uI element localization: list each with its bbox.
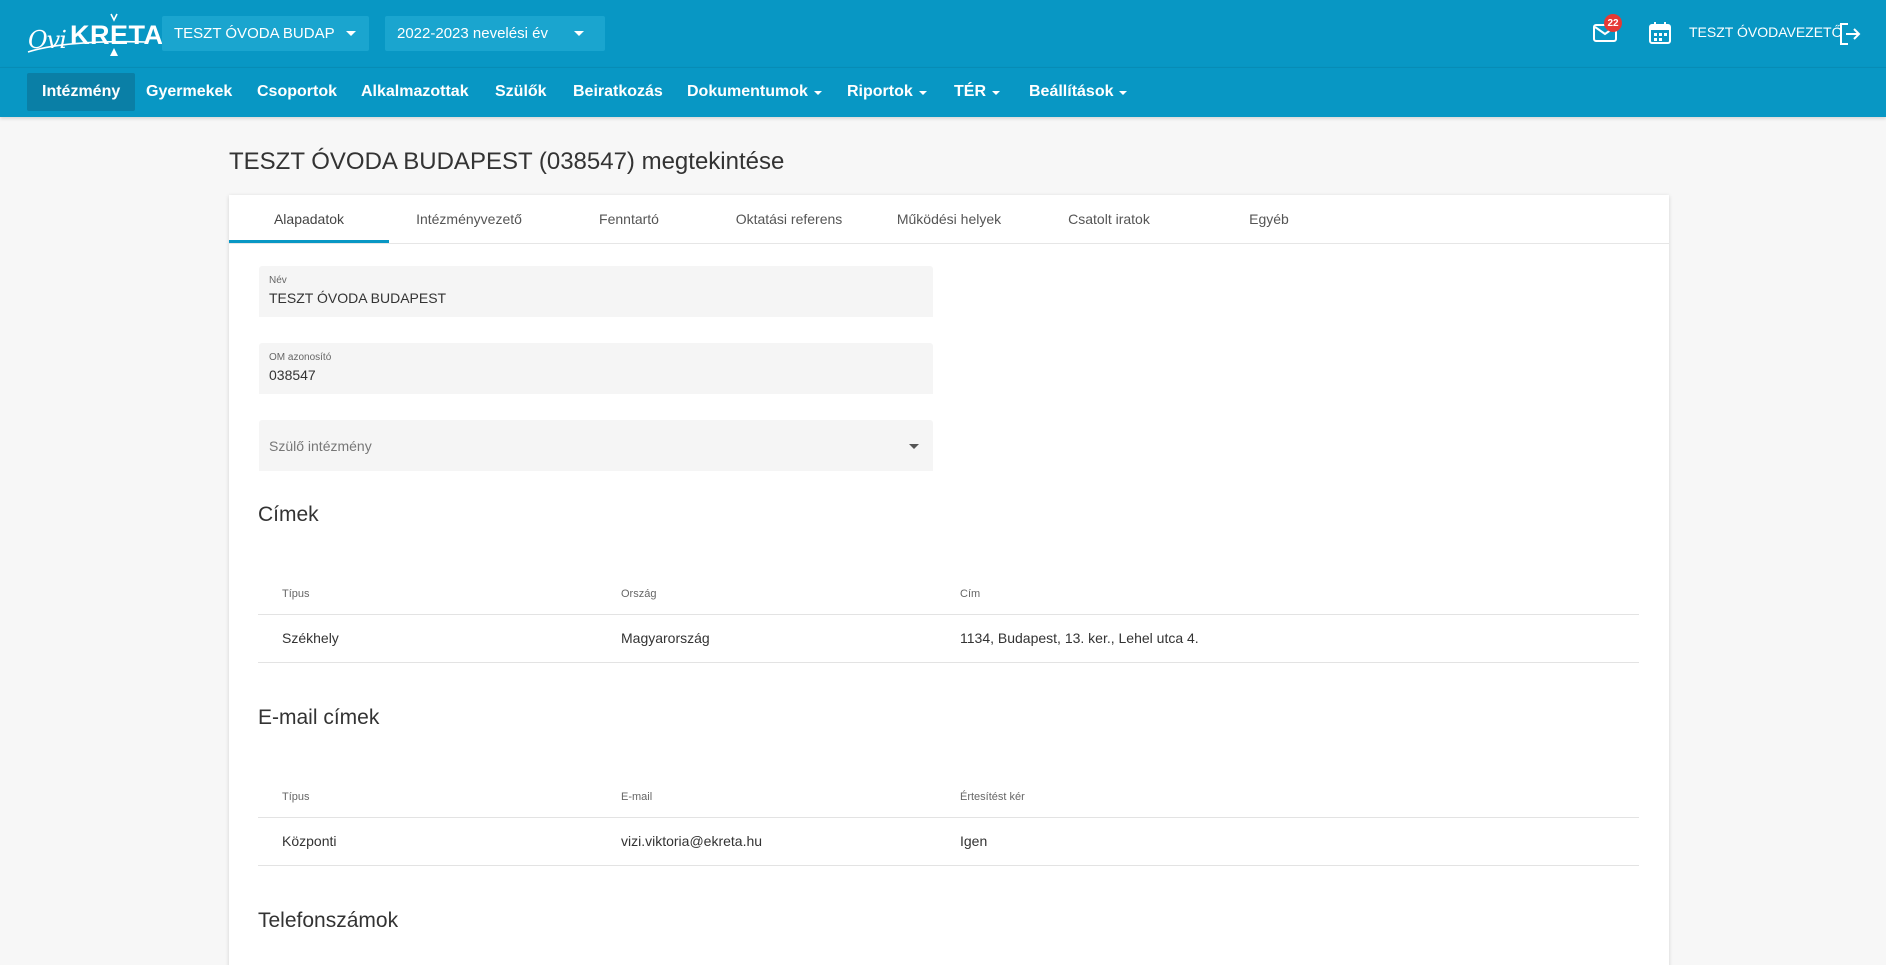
ovikreta-logo[interactable]: Ovi KRETA: [26, 12, 163, 56]
chevron-down-icon: [909, 444, 919, 449]
tab-fenntarto[interactable]: Fenntartó: [549, 195, 709, 243]
menu-item-label: Beiratkozás: [573, 83, 663, 100]
menu-item-label: Csoportok: [257, 83, 337, 100]
school-year-select-value: 2022-2023 nevelési év: [397, 25, 548, 42]
table-header: Típus Ország Cím: [258, 567, 1639, 615]
table-header: Típus E-mail Értesítést kér: [258, 770, 1639, 818]
top-bar: Ovi KRETA TESZT ÓVODA BUDAP... 2022-2023…: [0, 0, 1886, 67]
emails-table: Típus E-mail Értesítést kér Központi viz…: [258, 770, 1639, 866]
name-field[interactable]: Név TESZT ÓVODA BUDAPEST: [259, 266, 933, 317]
menu-item-csoportok[interactable]: Csoportok: [242, 73, 352, 111]
om-id-field-label: OM azonosító: [269, 352, 332, 363]
phones-title: Telefonszámok: [258, 909, 399, 932]
main-menu: Intézmény Gyermekek Csoportok Alkalmazot…: [0, 67, 1886, 117]
addresses-table: Típus Ország Cím Székhely Magyarország 1…: [258, 567, 1639, 663]
menu-item-gyermekek[interactable]: Gyermekek: [131, 73, 247, 111]
tab-label: Alapadatok: [273, 211, 345, 227]
caret-down-icon: [1119, 91, 1128, 95]
om-id-field[interactable]: OM azonosító 038547: [259, 343, 933, 394]
menu-item-ter[interactable]: TÉR: [939, 73, 1015, 111]
tab-label: Működési helyek: [896, 211, 1002, 227]
addresses-title: Címek: [258, 503, 319, 526]
institution-card: Alapadatok Intézményvezető Fenntartó Okt…: [229, 195, 1669, 965]
column-header[interactable]: Típus: [282, 791, 310, 803]
table-cell: Igen: [960, 833, 988, 849]
tab-oktatasi-referens[interactable]: Oktatási referens: [709, 195, 869, 243]
om-id-field-value: 038547: [269, 367, 316, 383]
column-header[interactable]: Ország: [621, 588, 656, 600]
tab-label: Egyéb: [1249, 211, 1289, 227]
column-header[interactable]: Típus: [282, 588, 310, 600]
menu-item-label: Beállítások: [1029, 83, 1114, 100]
table-cell: vizi.viktoria@ekreta.hu: [621, 833, 763, 849]
caret-down-icon: [813, 91, 822, 95]
menu-item-alkalmazottak[interactable]: Alkalmazottak: [346, 73, 484, 111]
logo-ovi-text: Ovi: [28, 26, 67, 54]
parent-institution-select[interactable]: Szülő intézmény: [259, 420, 933, 471]
menu-item-label: Alkalmazottak: [361, 83, 469, 100]
name-field-label: Név: [269, 275, 287, 286]
logo-kreta-text: KRETA: [70, 20, 164, 50]
chevron-down-icon: [574, 31, 584, 36]
menu-item-riportok[interactable]: Riportok: [832, 73, 942, 111]
menu-item-label: Riportok: [847, 83, 913, 100]
tab-egyeb[interactable]: Egyéb: [1189, 195, 1349, 243]
menu-item-label: Dokumentumok: [687, 83, 808, 100]
tab-intezmenyvezeto[interactable]: Intézményvezető: [389, 195, 549, 243]
tab-label: Csatolt iratok: [1068, 211, 1150, 227]
menu-item-label: TÉR: [954, 83, 986, 100]
table-row[interactable]: Központi vizi.viktoria@ekreta.hu Igen: [258, 818, 1639, 866]
tab-label: Fenntartó: [599, 211, 659, 227]
column-header[interactable]: E-mail: [621, 791, 652, 803]
name-field-value: TESZT ÓVODA BUDAPEST: [269, 290, 447, 306]
tab-label: Oktatási referens: [735, 211, 843, 227]
mail-count-badge: 22: [1604, 14, 1622, 32]
tab-csatolt-iratok[interactable]: Csatolt iratok: [1029, 195, 1189, 243]
table-cell: Központi: [282, 833, 337, 849]
user-name[interactable]: TESZT ÓVODAVEZETŐ: [1689, 24, 1843, 40]
page-title: TESZT ÓVODA BUDAPEST (038547) megtekinté…: [229, 148, 785, 175]
calendar-icon[interactable]: [1648, 21, 1672, 45]
emails-title: E-mail címek: [258, 706, 380, 729]
menu-item-label: Gyermekek: [146, 83, 233, 100]
table-cell: Magyarország: [621, 630, 710, 646]
institution-select-value: TESZT ÓVODA BUDAP...: [174, 25, 334, 42]
parent-institution-placeholder: Szülő intézmény: [269, 438, 372, 454]
tab-alapadatok[interactable]: Alapadatok: [229, 195, 389, 243]
menu-item-beallitasok[interactable]: Beállítások: [1014, 73, 1142, 111]
menu-item-beiratkozas[interactable]: Beiratkozás: [558, 73, 678, 111]
tab-mukodesi-helyek[interactable]: Működési helyek: [869, 195, 1029, 243]
table-cell: Székhely: [282, 630, 339, 646]
menu-item-szulok[interactable]: Szülők: [480, 73, 562, 111]
logout-icon[interactable]: [1837, 21, 1863, 47]
institution-select[interactable]: TESZT ÓVODA BUDAP...: [162, 16, 369, 51]
school-year-select[interactable]: 2022-2023 nevelési év: [385, 16, 605, 51]
menu-item-intezmeny[interactable]: Intézmény: [27, 73, 136, 111]
active-tab-indicator: [229, 240, 389, 243]
menu-item-label: Szülők: [495, 83, 547, 100]
table-cell: 1134, Budapest, 13. ker., Lehel utca 4.: [960, 630, 1199, 646]
table-row[interactable]: Székhely Magyarország 1134, Budapest, 13…: [258, 615, 1639, 663]
caret-down-icon: [992, 91, 1000, 95]
column-header[interactable]: Értesítést kér: [960, 791, 1025, 803]
column-header[interactable]: Cím: [960, 588, 980, 600]
menu-item-label: Intézmény: [42, 83, 121, 100]
menu-item-dokumentumok[interactable]: Dokumentumok: [672, 73, 837, 111]
chevron-down-icon: [346, 31, 356, 36]
tab-bar: Alapadatok Intézményvezető Fenntartó Okt…: [229, 195, 1669, 244]
caret-down-icon: [918, 91, 927, 95]
tab-label: Intézményvezető: [416, 211, 522, 227]
